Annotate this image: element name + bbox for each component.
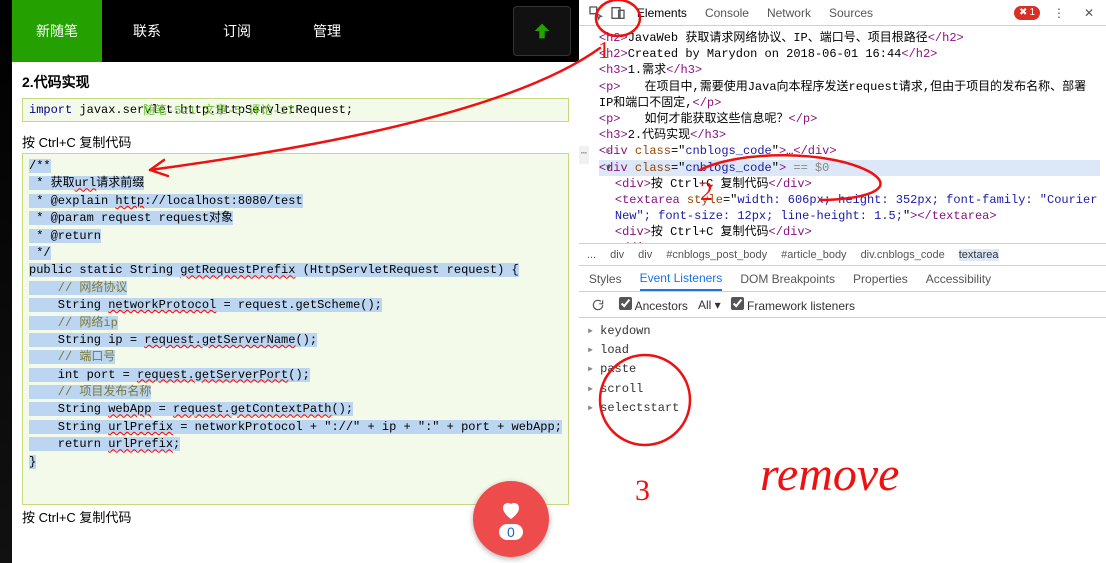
event-listeners-list: keydown load paste scroll selectstart	[579, 318, 1106, 422]
like-count: 0	[499, 524, 523, 540]
event-item[interactable]: scroll	[587, 380, 1098, 399]
crumb-more[interactable]: ...	[587, 249, 596, 261]
heart-icon	[498, 498, 524, 522]
like-button[interactable]: 0	[473, 481, 549, 557]
dom-tree[interactable]: ⋯ <h2>JavaWeb 获取请求网络协议、IP、端口号、项目根路径</h2>…	[579, 26, 1106, 244]
error-badge[interactable]: ✖1	[1014, 6, 1040, 20]
dom-gutter-icon[interactable]: ⋯	[579, 146, 589, 164]
scroll-top-button[interactable]	[513, 6, 571, 56]
event-item[interactable]: selectstart	[587, 399, 1098, 418]
crumb-item-selected[interactable]: textarea	[959, 249, 999, 261]
tab-event-listeners[interactable]: Event Listeners	[640, 271, 723, 291]
import-keyword: import	[29, 103, 72, 117]
chevron-down-icon: ▾	[715, 298, 721, 312]
tab-accessibility[interactable]: Accessibility	[926, 272, 991, 286]
crumb-item[interactable]: div	[638, 249, 652, 261]
event-item[interactable]: load	[587, 341, 1098, 360]
tab-sources[interactable]: Sources	[829, 6, 873, 20]
crumb-item[interactable]: #cnblogs_post_body	[666, 249, 767, 261]
tab-styles[interactable]: Styles	[589, 272, 622, 286]
scope-select[interactable]: All ▾	[698, 298, 721, 312]
expand-triangle-icon[interactable]: ▸	[605, 143, 612, 159]
devtools-tabs: Elements Console Network Sources	[637, 6, 873, 20]
dom-breadcrumb: ... div div #cnblogs_post_body #article_…	[579, 244, 1106, 266]
blog-stats: 随笔-521 文章-5 评论-17	[143, 101, 294, 118]
topbar: 新随笔 联系 订阅 管理	[12, 0, 579, 62]
left-gutter	[0, 0, 12, 563]
tab-elements[interactable]: Elements	[637, 6, 687, 20]
nav-contact[interactable]: 联系	[102, 0, 192, 62]
section-heading: 2.代码实现	[22, 72, 569, 92]
devtools-toolbar: Elements Console Network Sources ✖1 ⋮ ✕	[579, 0, 1106, 26]
crumb-item[interactable]: div.cnblogs_code	[861, 249, 945, 261]
framework-listeners-checkbox[interactable]: Framework listeners	[731, 297, 855, 313]
event-item[interactable]: paste	[587, 360, 1098, 379]
inspect-element-icon[interactable]	[585, 2, 607, 24]
event-listeners-toolbar: Ancestors All ▾ Framework listeners	[579, 292, 1106, 318]
device-toolbar-icon[interactable]	[607, 2, 629, 24]
devtools: Elements Console Network Sources ✖1 ⋮ ✕ …	[579, 0, 1106, 563]
code-block-main[interactable]: /** * 获取url请求前缀 * @explain http://localh…	[22, 153, 569, 505]
devtools-close-icon[interactable]: ✕	[1078, 2, 1100, 24]
copy-hint-1: 按 Ctrl+C 复制代码	[22, 132, 569, 151]
crumb-item[interactable]: div	[610, 249, 624, 261]
refresh-icon[interactable]	[587, 294, 609, 316]
tab-console[interactable]: Console	[705, 6, 749, 20]
tab-dom-breakpoints[interactable]: DOM Breakpoints	[740, 272, 835, 286]
ancestors-checkbox[interactable]: Ancestors	[619, 297, 688, 313]
article-content: 2.代码实现 随笔-521 文章-5 评论-17 import javax.se…	[12, 62, 579, 563]
dom-selected-node[interactable]: ▾<div class="cnblogs_code"> == $0	[599, 160, 1100, 176]
arrow-up-icon	[531, 20, 553, 42]
event-item[interactable]: keydown	[587, 322, 1098, 341]
code-block-import: 随笔-521 文章-5 评论-17 import javax.servlet.h…	[22, 98, 569, 122]
devtools-panel-tabs: Styles Event Listeners DOM Breakpoints P…	[579, 266, 1106, 292]
nav-manage[interactable]: 管理	[282, 0, 372, 62]
tab-network[interactable]: Network	[767, 6, 811, 20]
devtools-more-icon[interactable]: ⋮	[1048, 2, 1070, 24]
crumb-item[interactable]: #article_body	[781, 249, 846, 261]
new-post-button[interactable]: 新随笔	[12, 0, 102, 62]
tab-properties[interactable]: Properties	[853, 272, 908, 286]
nav-subscribe[interactable]: 订阅	[192, 0, 282, 62]
